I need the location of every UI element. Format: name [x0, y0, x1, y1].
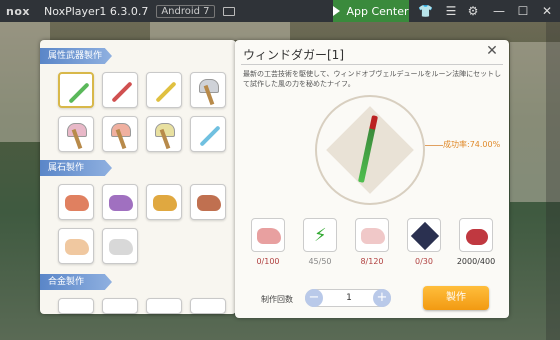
- stone-slot-2[interactable]: [102, 184, 138, 220]
- stone-slot-1[interactable]: [58, 184, 94, 220]
- material-slot-3[interactable]: [355, 218, 389, 252]
- material-count-5: 2000/400: [456, 257, 496, 266]
- stone-icon: [65, 195, 89, 211]
- crystal-icon: [361, 228, 385, 244]
- stone-icon: [197, 195, 221, 211]
- alloy-slot-3[interactable]: [146, 298, 182, 314]
- right-toolbar: [546, 22, 560, 340]
- android-badge: Android 7: [156, 4, 215, 18]
- weapon-slot-4[interactable]: [190, 72, 226, 108]
- play-icon: [333, 6, 341, 16]
- minimize-icon[interactable]: —: [492, 4, 506, 18]
- weapon-slot-5[interactable]: [58, 116, 94, 152]
- sword-icon: [111, 81, 133, 103]
- weapon-slot-7[interactable]: [146, 116, 182, 152]
- stone-slot-5[interactable]: [58, 228, 94, 264]
- lightning-icon: ⚡: [314, 225, 327, 246]
- gear-icon[interactable]: ⚙: [466, 4, 480, 18]
- stone-slot-3[interactable]: [146, 184, 182, 220]
- weapon-slot-1[interactable]: [58, 72, 94, 108]
- ruby-icon: [466, 229, 488, 245]
- dagger-icon: [68, 82, 90, 104]
- material-slot-4[interactable]: [407, 218, 441, 252]
- stone-slot-6[interactable]: [102, 228, 138, 264]
- stone-icon: [109, 195, 133, 211]
- category-alloy[interactable]: 合金製作: [40, 274, 112, 290]
- alloy-slot-4[interactable]: [190, 298, 226, 314]
- close-panel-button[interactable]: ✕: [483, 43, 501, 61]
- material-count-2: 45/50: [308, 257, 332, 266]
- stone-icon: [65, 239, 89, 255]
- quantity-label: 制作回数: [261, 295, 293, 304]
- craft-list-panel: 属性武器製作 属石製作 合金製作: [40, 40, 236, 314]
- quantity-value[interactable]: 1: [340, 293, 358, 303]
- nox-logo: nox: [6, 4, 30, 18]
- app-center-button[interactable]: App Center: [333, 0, 409, 22]
- alloy-slot-2[interactable]: [102, 298, 138, 314]
- sword-icon: [155, 81, 177, 103]
- gem-icon: [410, 221, 440, 251]
- weapon-slot-3[interactable]: [146, 72, 182, 108]
- weapon-slot-8[interactable]: [190, 116, 226, 152]
- material-slot-5[interactable]: [459, 218, 493, 252]
- shirt-icon[interactable]: 👕: [418, 4, 433, 18]
- quantity-stepper: − 1 +: [305, 289, 391, 307]
- sword-icon: [199, 125, 221, 147]
- material-count-3: 8/120: [360, 257, 384, 266]
- stone-slot-4[interactable]: [190, 184, 226, 220]
- material-count-4: 0/30: [415, 257, 433, 266]
- item-description: 最新の工芸技術を駆使して、ウィンドオブヴェルデュールをルーン法陣にセットして試作…: [243, 70, 502, 88]
- craft-button[interactable]: 製作: [423, 286, 489, 310]
- item-title: ウィンドダガー[1]: [243, 48, 344, 62]
- window-title: NoxPlayer1 6.3.0.7: [43, 4, 149, 18]
- weapon-slot-6[interactable]: [102, 116, 138, 152]
- weapon-slot-2[interactable]: [102, 72, 138, 108]
- success-rate: 成功率:74.00%: [443, 140, 501, 149]
- category-attribute-weapon[interactable]: 属性武器製作: [40, 48, 112, 64]
- material-count-1: 0/100: [256, 257, 280, 266]
- close-icon[interactable]: ✕: [540, 4, 554, 18]
- item-detail-panel: ウィンドダガー[1] ✕ 最新の工芸技術を駆使して、ウィンドオブヴェルデュールを…: [235, 40, 509, 318]
- stone-icon: [153, 195, 177, 211]
- decrement-button[interactable]: −: [305, 289, 323, 307]
- maximize-icon[interactable]: ☐: [516, 4, 530, 18]
- app-center-label: App Center: [346, 4, 409, 18]
- material-slot-2[interactable]: ⚡: [303, 218, 337, 252]
- alloy-slot-1[interactable]: [58, 298, 94, 314]
- category-attribute-stone[interactable]: 属石製作: [40, 160, 112, 176]
- menu-icon[interactable]: ☰: [444, 4, 458, 18]
- stone-icon: [109, 239, 133, 255]
- material-slot-1[interactable]: [251, 218, 285, 252]
- screenshot-icon[interactable]: [222, 6, 235, 16]
- increment-button[interactable]: +: [373, 289, 391, 307]
- stone-icon: [257, 228, 281, 244]
- item-preview: [315, 95, 425, 205]
